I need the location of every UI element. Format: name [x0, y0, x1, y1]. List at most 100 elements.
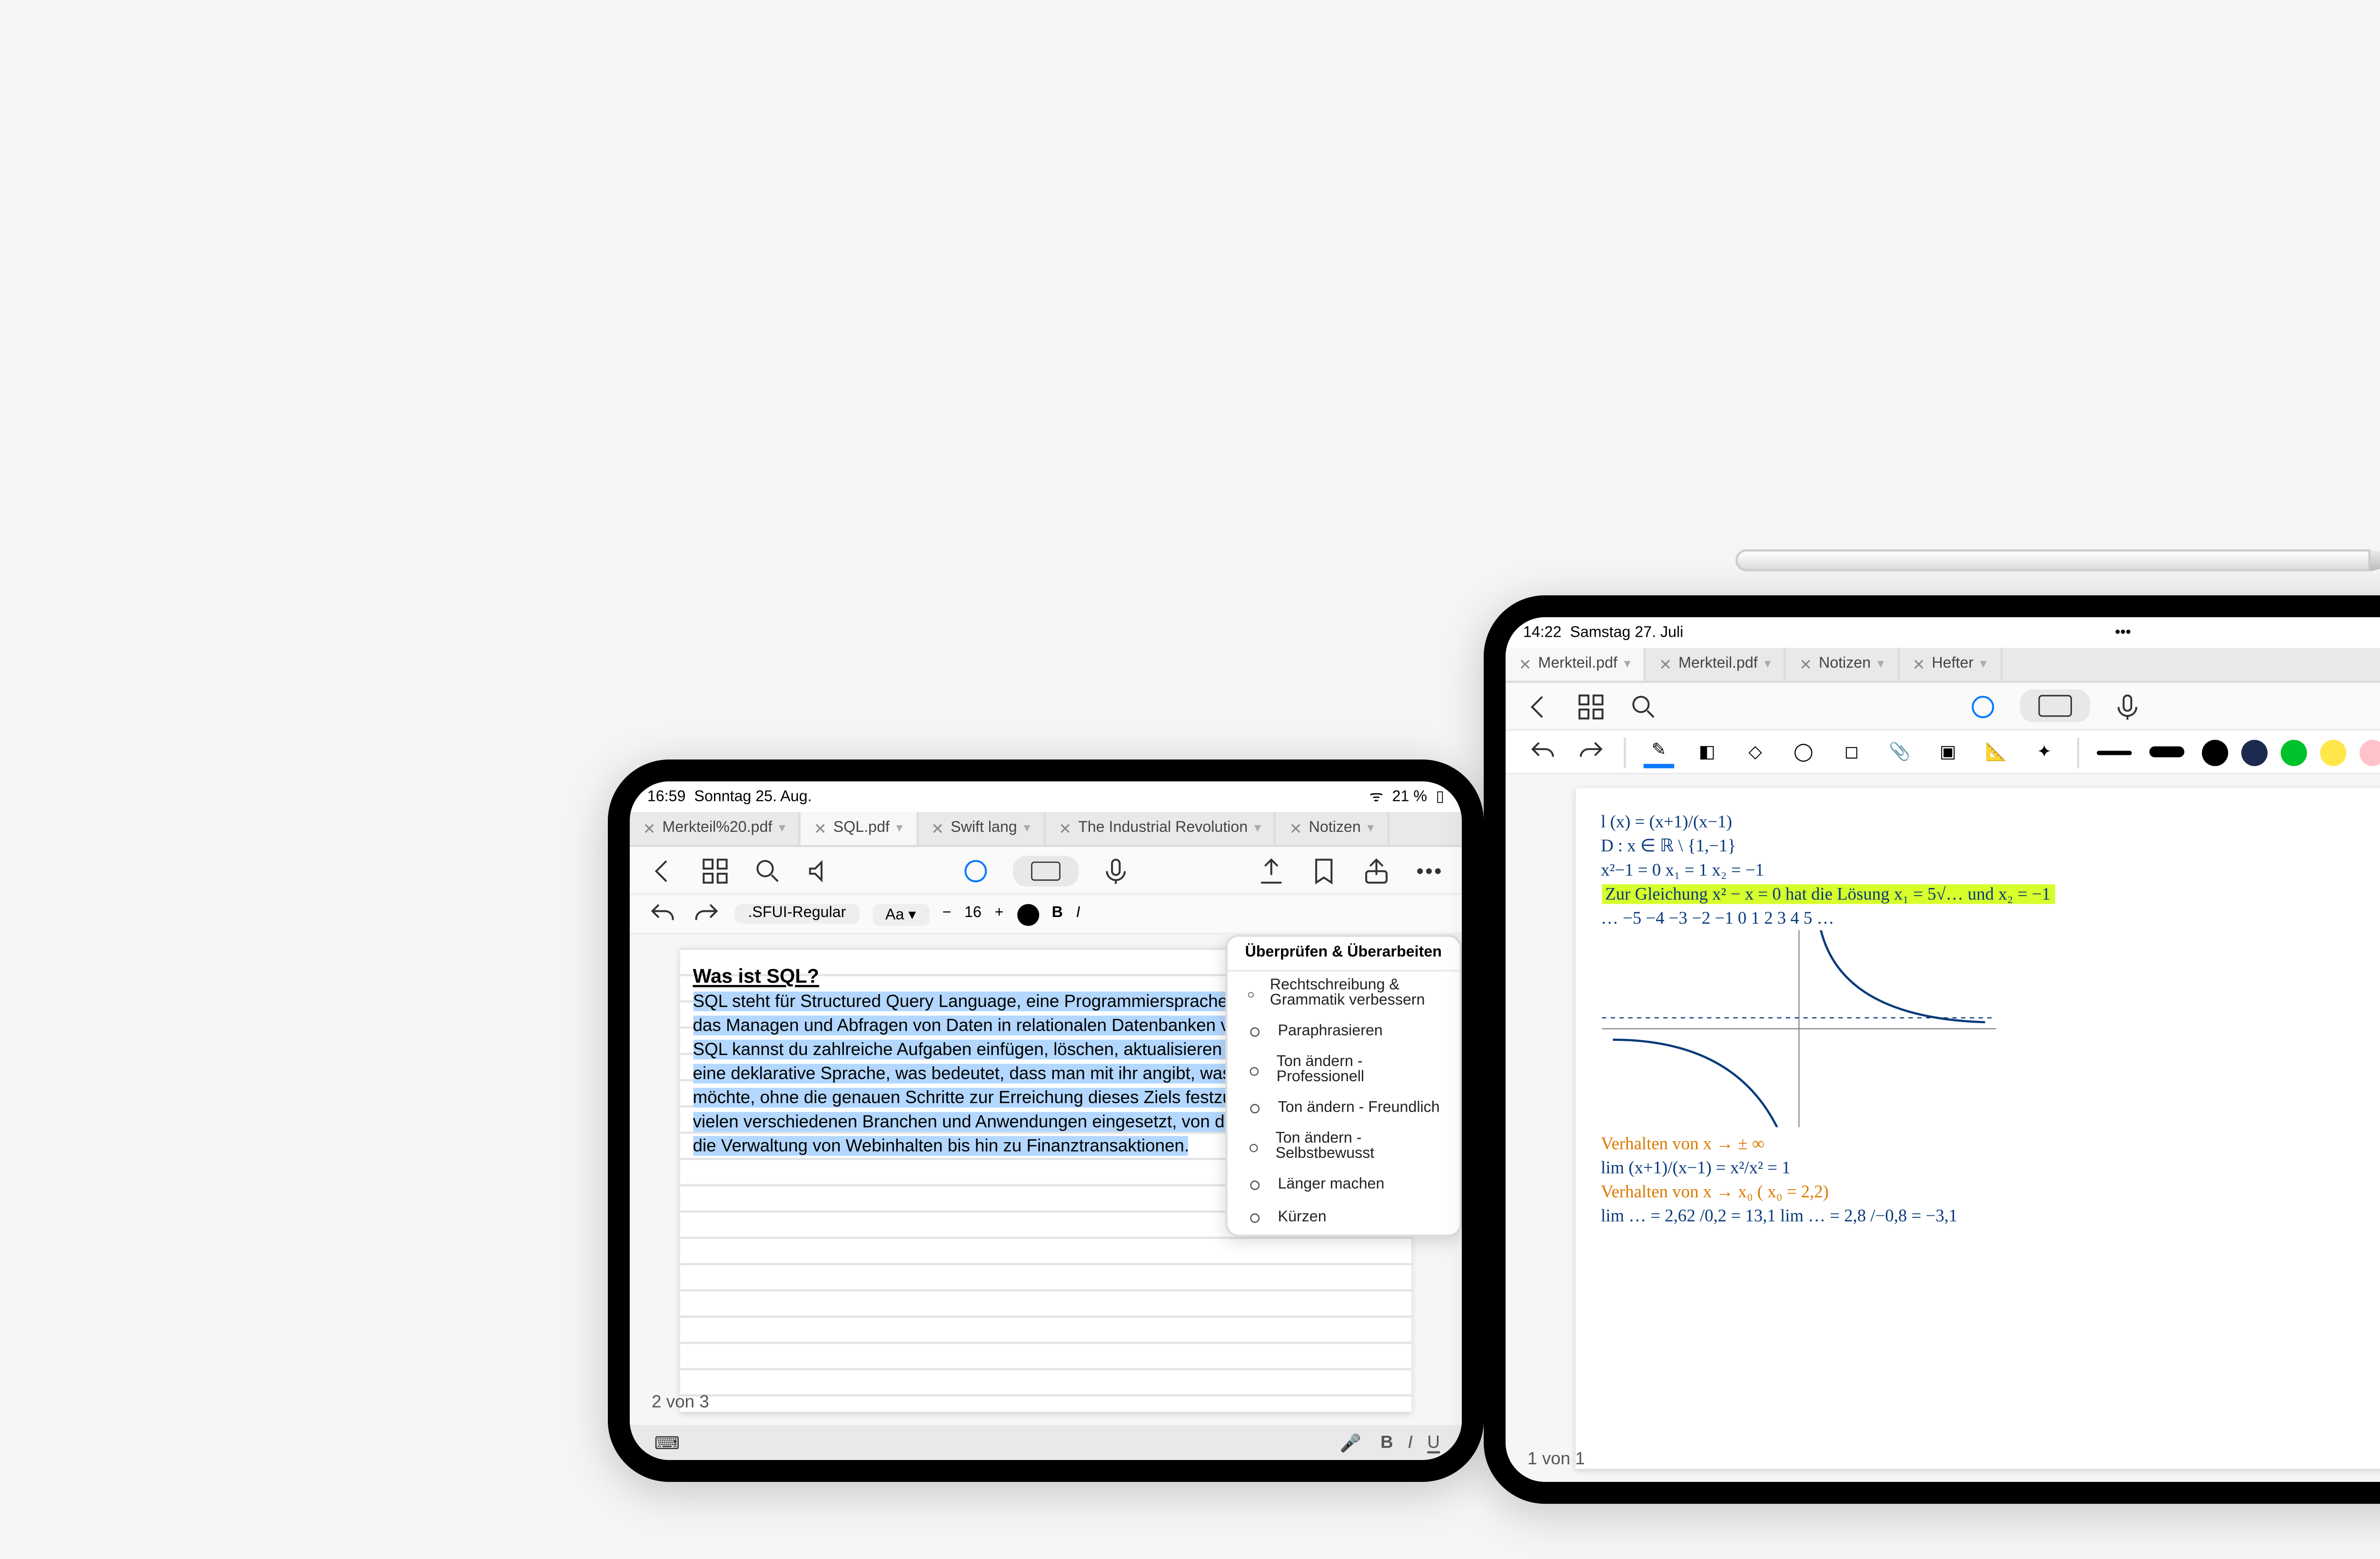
ruler-tool[interactable]: 📐 [1981, 737, 2011, 767]
tab[interactable]: ✕The Industrial Revolution▾ [1046, 812, 1277, 845]
chevron-down-icon[interactable]: ▾ [1624, 657, 1631, 672]
color-swatch[interactable] [2241, 739, 2268, 765]
keyboard-icon[interactable] [2019, 690, 2089, 722]
math-line: lim (x+1)/(x−1) = x²/x² = 1 [1601, 1156, 2380, 1180]
bold-button[interactable]: B [1052, 906, 1063, 921]
color-swatch[interactable] [2202, 739, 2228, 765]
multitask-icon[interactable]: ••• [2115, 625, 2131, 640]
kbd-bold[interactable]: B [1380, 1433, 1393, 1452]
close-icon[interactable]: ✕ [1289, 820, 1302, 838]
undo-icon[interactable] [1527, 737, 1558, 767]
stroke-thin[interactable] [2097, 750, 2132, 754]
menu-item[interactable]: Paraphrasieren [1228, 1016, 1460, 1048]
lasso-tool[interactable]: ◯ [1788, 737, 1818, 767]
redo-icon[interactable] [1576, 737, 1606, 767]
tab-label: Hefter [1932, 657, 1973, 672]
battery-icon: ▯ [1436, 788, 1444, 806]
close-icon[interactable]: ✕ [814, 820, 827, 838]
ai-icon[interactable] [961, 855, 991, 885]
redo-icon[interactable] [691, 898, 722, 929]
more-icon[interactable] [1414, 855, 1444, 885]
chevron-down-icon[interactable]: ▾ [1368, 821, 1374, 836]
back-icon[interactable] [1523, 691, 1554, 721]
tab-strip: ✕Merkteil%20.pdf▾✕SQL.pdf▾✕Swift lang▾✕T… [630, 812, 1462, 847]
tab-strip: ✕Merkteil.pdf▾✕Merkteil.pdf▾✕Notizen▾✕He… [1506, 648, 2380, 683]
image-tool[interactable]: ▣ [1933, 737, 1963, 767]
math-line: Verhalten von x → ± ∞ [1601, 1132, 2380, 1156]
tool-strip: ✎ ◧ ◇ ◯ ◻ 📎 ▣ 📐 ✦ [1506, 731, 2380, 775]
tab-label: Merkteil.pdf [1678, 657, 1757, 672]
shape-tool[interactable]: ◻ [1836, 737, 1867, 767]
textstyle-select[interactable]: Aa ▾ [872, 903, 929, 925]
chevron-down-icon[interactable]: ▾ [1877, 657, 1884, 672]
search-icon[interactable] [753, 855, 783, 885]
color-swatch[interactable] [2281, 739, 2307, 765]
color-swatch[interactable] [2360, 739, 2380, 765]
kbd-underline[interactable]: U [1427, 1433, 1440, 1452]
menu-item[interactable]: Ton ändern - Professionell [1228, 1048, 1460, 1092]
mic-icon[interactable] [2111, 691, 2142, 721]
close-icon[interactable]: ✕ [1799, 656, 1812, 673]
chevron-down-icon[interactable]: ▾ [1980, 657, 1987, 672]
attach-tool[interactable]: 📎 [1884, 737, 1915, 767]
chevron-down-icon[interactable]: ▾ [1024, 821, 1031, 836]
tab[interactable]: ✕ Merkteil.pdf ▾ [1646, 648, 1786, 681]
menu-item[interactable]: Ton ändern - Freundlich [1228, 1092, 1460, 1125]
kbd-italic[interactable]: I [1408, 1433, 1412, 1452]
chevron-down-icon[interactable]: ▾ [1254, 821, 1261, 836]
color-swatch[interactable] [2320, 739, 2346, 765]
undo-icon[interactable] [647, 898, 678, 929]
eraser-tool[interactable]: ◇ [1740, 737, 1770, 767]
grid-icon[interactable] [700, 855, 730, 885]
tab[interactable]: ✕Merkteil%20.pdf▾ [630, 812, 801, 845]
menu-item-label: Länger machen [1278, 1178, 1385, 1193]
function-graph [1601, 930, 1995, 1127]
document-page[interactable]: l (x) = (x+1)/(x−1)D : x ∈ ℝ \ {1,−1}x²−… [1575, 788, 2380, 1469]
fontsize-plus[interactable]: + [995, 906, 1004, 921]
close-icon[interactable]: ✕ [931, 820, 944, 838]
fontsize-minus[interactable]: − [942, 906, 952, 921]
audio-icon[interactable] [805, 855, 835, 885]
share-icon[interactable] [1361, 855, 1391, 885]
menu-item[interactable]: Ton ändern - Selbstbewusst [1228, 1125, 1460, 1169]
menu-item[interactable]: Rechtschreibung & Grammatik verbessern [1228, 972, 1460, 1016]
close-icon[interactable]: ✕ [643, 820, 656, 838]
ai-icon[interactable] [1966, 691, 1997, 721]
italic-button[interactable]: I [1076, 906, 1081, 921]
keyboard-icon[interactable] [1013, 855, 1079, 885]
menu-item-label: Ton ändern - Professionell [1277, 1055, 1442, 1085]
tab[interactable]: ✕ Hefter ▾ [1899, 648, 2002, 681]
keyboard-toggle-icon[interactable]: ⌨ [652, 1427, 682, 1458]
search-icon[interactable] [1628, 691, 1659, 721]
kbd-mic-icon[interactable]: 🎤 [1335, 1427, 1366, 1458]
tab[interactable]: ✕SQL.pdf▾ [801, 812, 918, 845]
chevron-down-icon[interactable]: ▾ [779, 821, 785, 836]
close-icon[interactable]: ✕ [1913, 656, 1925, 673]
close-icon[interactable]: ✕ [1519, 656, 1532, 673]
math-line: … −5 −4 −3 −2 −1 0 1 2 3 4 5 … [1601, 906, 2380, 930]
grid-icon[interactable] [1576, 691, 1606, 721]
math-line: x²−1 = 0 x₁ = 1 x₂ = −1 [1601, 858, 2380, 882]
tab[interactable]: ✕Merkteil.pdf▾ [1506, 648, 1646, 681]
export-icon[interactable] [1256, 855, 1287, 885]
tab[interactable]: ✕Notizen▾ [1276, 812, 1389, 845]
stroke-thick[interactable] [2149, 746, 2184, 757]
menu-item[interactable]: Kürzen [1228, 1202, 1460, 1234]
close-icon[interactable]: ✕ [1059, 820, 1071, 838]
text-color[interactable] [1017, 903, 1039, 925]
font-select[interactable]: .SFUI-Regular [735, 904, 859, 924]
tab-label: Swift lang [951, 821, 1017, 836]
chevron-down-icon[interactable]: ▾ [1764, 657, 1771, 672]
laser-tool[interactable]: ✦ [2029, 737, 2059, 767]
chevron-down-icon[interactable]: ▾ [896, 821, 903, 836]
back-icon[interactable] [647, 855, 678, 885]
mic-icon[interactable] [1101, 855, 1131, 885]
bookmark-icon[interactable] [1309, 855, 1339, 885]
tab[interactable]: ✕Notizen▾ [1786, 648, 1899, 681]
menu-item[interactable]: Länger machen [1228, 1169, 1460, 1202]
apple-pencil [1735, 541, 2380, 580]
close-icon[interactable]: ✕ [1659, 656, 1672, 673]
pen-tool[interactable]: ✎ [1644, 737, 1674, 767]
highlighter-tool[interactable]: ◧ [1692, 737, 1722, 767]
tab[interactable]: ✕ Swift lang ▾ [918, 812, 1046, 845]
